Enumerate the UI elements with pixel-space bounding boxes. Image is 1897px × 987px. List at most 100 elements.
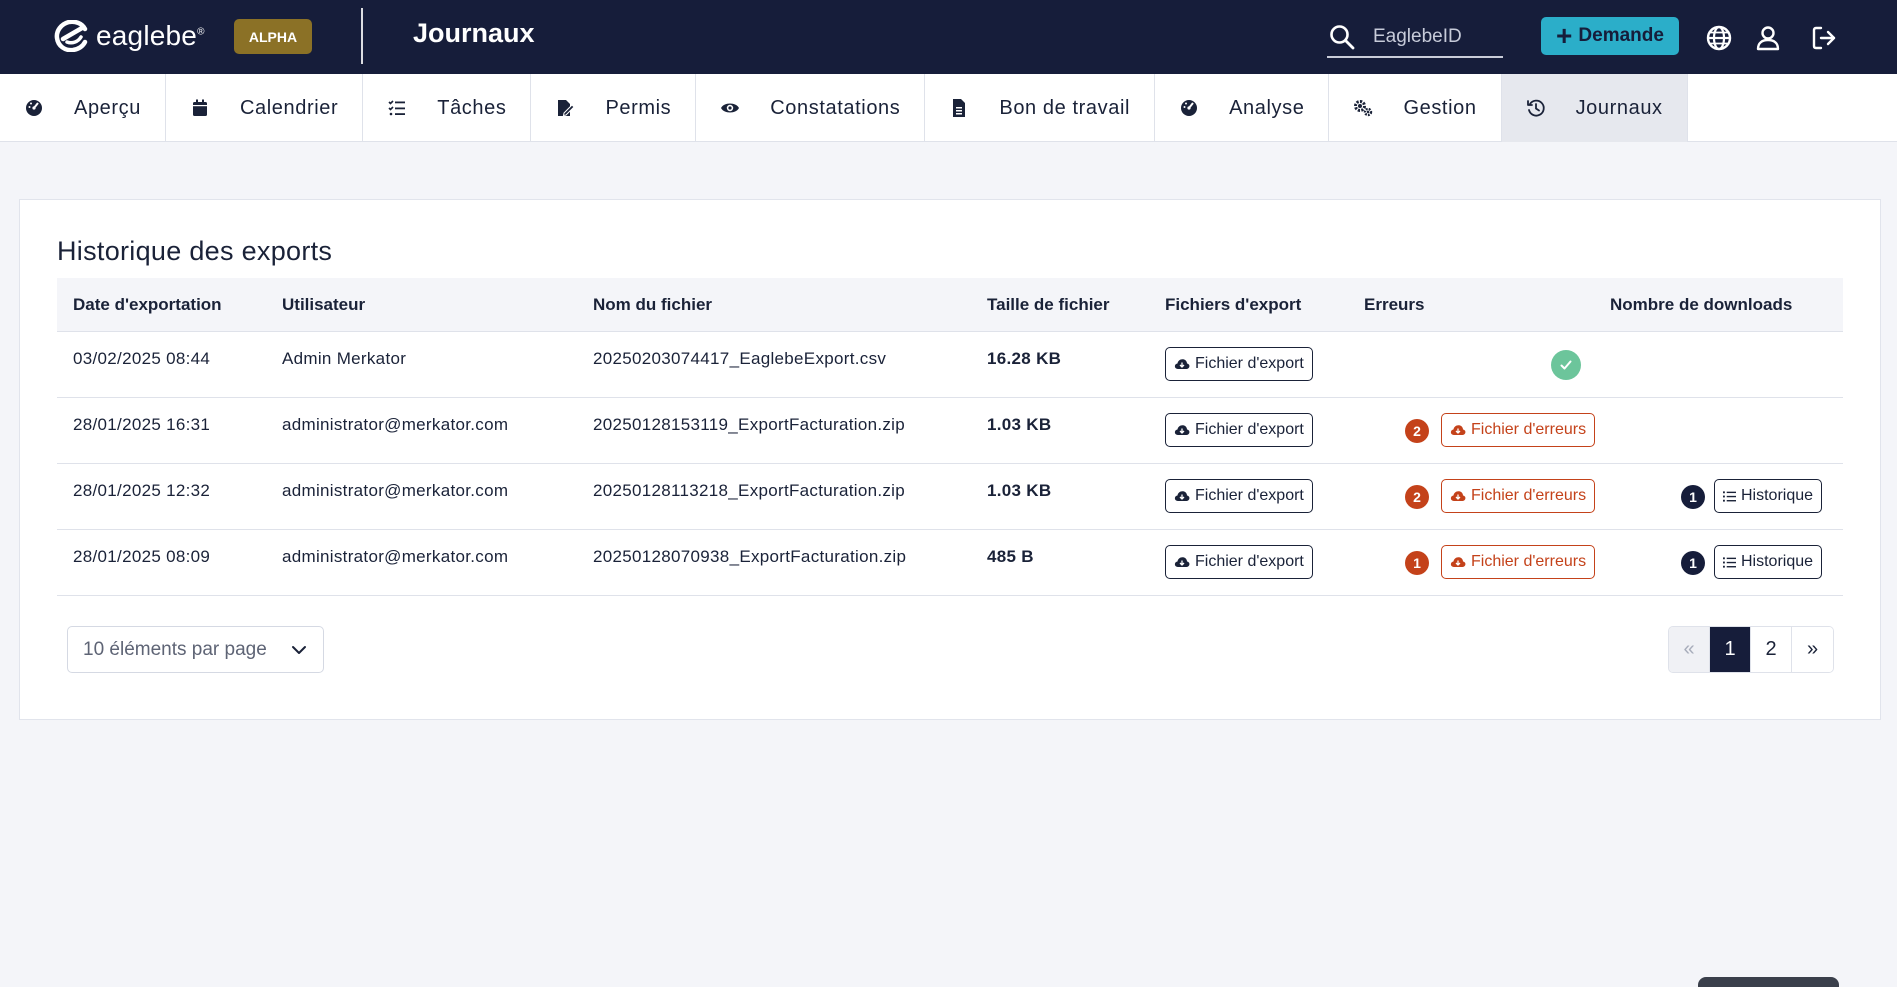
items-per-page-select[interactable]: 10 éléments par page (67, 626, 324, 673)
cell-date: 03/02/2025 08:44 (73, 349, 211, 368)
table-row: 03/02/2025 08:44 Admin Merkator 20250203… (57, 332, 1843, 398)
tab-label: Permis (605, 96, 672, 119)
error-count-badge: 2 (1405, 419, 1429, 443)
error-file-button[interactable]: Fichier d'erreurs (1441, 413, 1596, 447)
header-divider (361, 8, 363, 64)
cell-size: 1.03 KB (987, 415, 1052, 434)
cogs-icon (1353, 98, 1373, 118)
tab-journaux[interactable]: Journaux (1501, 74, 1688, 142)
tab-label: Journaux (1575, 96, 1663, 119)
col-size[interactable]: Taille de fichier (987, 295, 1110, 315)
cell-file: 20250128113218_ExportFacturation.zip (593, 481, 905, 500)
page-title: Journaux (413, 18, 535, 48)
export-file-button[interactable]: Fichier d'export (1165, 479, 1313, 513)
cloud-download-icon (1450, 557, 1466, 567)
search-icon (1330, 25, 1355, 50)
tab-taches[interactable]: Tâches (363, 74, 532, 142)
table-header: Date d'exportation Utilisateur Nom du fi… (57, 278, 1843, 332)
cell-user: administrator@merkator.com (282, 547, 509, 566)
cloud-download-icon (1174, 491, 1190, 501)
export-file-button[interactable]: Fichier d'export (1165, 413, 1313, 447)
table-row: 28/01/2025 16:31 administrator@merkator.… (57, 398, 1843, 464)
error-count-badge: 2 (1405, 485, 1429, 509)
top-bar: eaglebe® ALPHA Journaux + Demande (0, 0, 1897, 74)
history-button[interactable]: Historique (1714, 545, 1823, 579)
pagination-page-2[interactable]: 2 (1751, 627, 1792, 672)
tab-label: Calendrier (239, 96, 339, 119)
tab-label: Analyse (1229, 96, 1305, 119)
cell-user: administrator@merkator.com (282, 415, 509, 434)
permit-icon (555, 98, 576, 118)
tab-permis[interactable]: Permis (531, 74, 697, 142)
floating-panel-tab[interactable] (1698, 977, 1839, 987)
new-request-button[interactable]: + Demande (1541, 17, 1679, 55)
tab-apercu[interactable]: Aperçu (0, 74, 166, 142)
tab-label: Aperçu (74, 96, 141, 119)
error-file-label: Fichier d'erreurs (1471, 553, 1587, 570)
exports-table: Date d'exportation Utilisateur Nom du fi… (57, 278, 1843, 596)
brand-name: eaglebe® (96, 20, 205, 51)
table-row: 28/01/2025 12:32 administrator@merkator.… (57, 464, 1843, 530)
history-label: Historique (1741, 553, 1814, 570)
tab-constatations[interactable]: Constatations (696, 74, 926, 142)
document-icon (949, 98, 969, 118)
logout-icon[interactable] (1810, 24, 1838, 52)
cloud-download-icon (1174, 359, 1190, 369)
chevron-down-icon (292, 646, 306, 654)
tab-calendrier[interactable]: Calendrier (166, 74, 364, 142)
col-user[interactable]: Utilisateur (282, 295, 365, 315)
cell-file: 20250203074417_EaglebeExport.csv (593, 349, 887, 368)
pagination-prev[interactable]: « (1669, 627, 1710, 672)
pagination-page-1[interactable]: 1 (1710, 627, 1751, 672)
col-errors[interactable]: Erreurs (1364, 295, 1424, 315)
col-downloads[interactable]: Nombre de downloads (1610, 295, 1792, 315)
error-count-badge: 1 (1405, 551, 1429, 575)
history-button[interactable]: Historique (1714, 479, 1823, 513)
search-box[interactable] (1327, 18, 1503, 58)
cell-size: 16.28 KB (987, 349, 1062, 368)
cell-size: 485 B (987, 547, 1034, 566)
brand-logo[interactable]: eaglebe® (52, 20, 205, 52)
download-count-badge: 1 (1681, 551, 1705, 575)
error-file-button[interactable]: Fichier d'erreurs (1441, 479, 1596, 513)
tab-analyse[interactable]: Analyse (1155, 74, 1330, 142)
eaglebe-logo-icon (54, 20, 88, 52)
error-file-button[interactable]: Fichier d'erreurs (1441, 545, 1596, 579)
export-file-button[interactable]: Fichier d'export (1165, 545, 1313, 579)
cloud-download-icon (1174, 425, 1190, 435)
list-icon (1723, 490, 1736, 502)
col-file[interactable]: Nom du fichier (593, 295, 712, 315)
cell-date: 28/01/2025 12:32 (73, 481, 211, 500)
list-icon (1723, 556, 1736, 568)
export-file-button[interactable]: Fichier d'export (1165, 347, 1313, 381)
history-icon (1526, 98, 1546, 118)
globe-icon[interactable] (1705, 24, 1733, 52)
card-title: Historique des exports (57, 236, 333, 266)
cell-date: 28/01/2025 16:31 (73, 415, 211, 434)
tab-gestion[interactable]: Gestion (1329, 74, 1502, 142)
tab-label: Tâches (437, 96, 507, 119)
tab-label: Constatations (770, 96, 901, 119)
pagination-next[interactable]: » (1792, 627, 1833, 672)
download-count-badge: 1 (1681, 485, 1705, 509)
history-label: Historique (1741, 487, 1814, 504)
env-badge: ALPHA (234, 19, 312, 54)
cloud-download-icon (1450, 425, 1466, 435)
user-icon[interactable] (1754, 24, 1782, 52)
cell-file: 20250128070938_ExportFacturation.zip (593, 547, 907, 566)
dashboard-icon (24, 98, 44, 118)
items-per-page-value: 10 éléments par page (83, 638, 267, 660)
error-file-label: Fichier d'erreurs (1471, 421, 1587, 438)
cell-user: administrator@merkator.com (282, 481, 509, 500)
tab-label: Bon de travail (999, 96, 1131, 119)
search-input[interactable] (1373, 26, 1493, 48)
cell-user: Admin Merkator (282, 349, 407, 368)
pagination: « 1 2 » (1668, 626, 1834, 673)
eye-icon (720, 98, 740, 118)
col-date[interactable]: Date d'exportation (73, 295, 222, 315)
col-export-files[interactable]: Fichiers d'export (1165, 295, 1301, 315)
cell-file: 20250128153119_ExportFacturation.zip (593, 415, 905, 434)
tab-bon-de-travail[interactable]: Bon de travail (925, 74, 1156, 142)
export-file-label: Fichier d'export (1195, 487, 1304, 504)
analysis-icon (1179, 98, 1199, 118)
